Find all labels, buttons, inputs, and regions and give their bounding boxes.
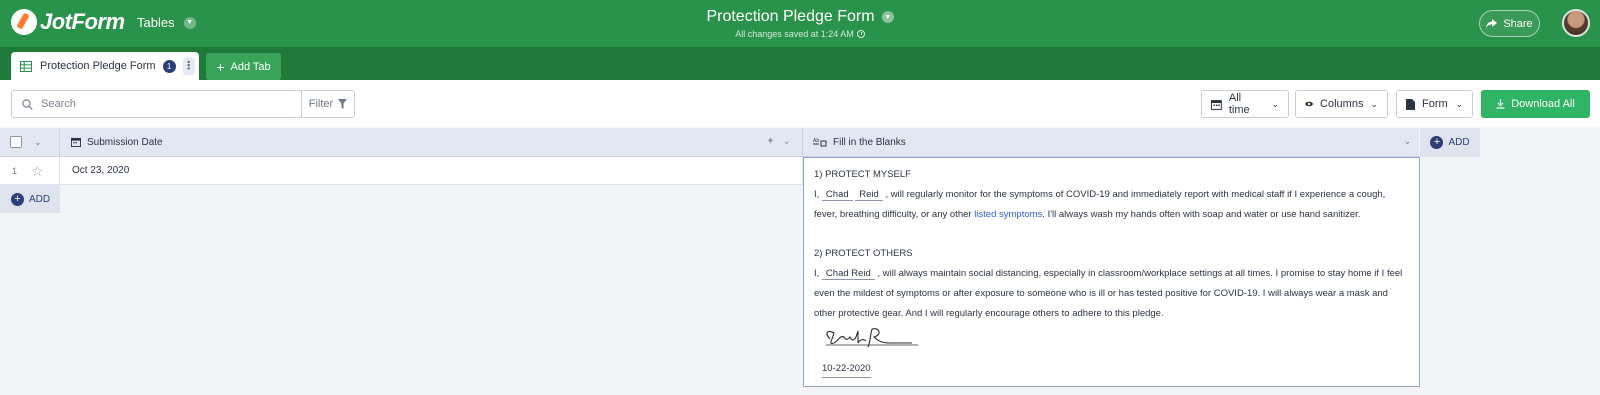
download-all-label: Download All [1511, 98, 1575, 110]
pin-icon[interactable]: ✦ [766, 136, 774, 147]
filter-label: Filter [308, 98, 334, 110]
download-all-button[interactable]: Download All [1481, 90, 1590, 118]
eye-icon [1305, 101, 1314, 107]
section-body: I, Chad Reid , will always maintain soci… [814, 264, 1409, 323]
pledge-text: . I'll always wash my hands often with s… [1042, 208, 1361, 220]
share-button[interactable]: Share [1479, 10, 1540, 37]
listed-symptoms-link[interactable]: listed symptoms [974, 209, 1042, 220]
tab-bar: Protection Pledge Form 1 ⋮ + Add Tab [0, 47, 1600, 80]
select-all-checkbox[interactable] [10, 136, 22, 148]
title-block: Protection Pledge Form ▼ All changes sav… [0, 8, 1600, 39]
chevron-down-icon[interactable]: ⌄ [783, 136, 791, 147]
pledge-text: I, [814, 267, 820, 279]
chevron-down-icon: ⌄ [1271, 98, 1279, 109]
column-header-submission-date[interactable]: Submission Date ✦ ⌄ [60, 128, 803, 157]
form-select[interactable]: Form ⌄ [1396, 90, 1473, 118]
add-row-button[interactable]: + ADD [0, 185, 60, 213]
calendar-icon [71, 137, 81, 147]
search-icon [22, 98, 33, 110]
column-label: Submission Date [87, 136, 163, 148]
user-avatar[interactable] [1562, 9, 1590, 37]
plus-icon: + [216, 58, 225, 75]
row-number: 1 [12, 165, 18, 176]
plus-circle-icon: + [1430, 136, 1444, 149]
top-bar: JotForm Tables ▼ Protection Pledge Form … [0, 0, 1600, 47]
clock-icon [856, 30, 865, 38]
document-icon [1406, 98, 1415, 110]
chevron-down-icon: ▼ [881, 11, 894, 23]
tab-label: Protection Pledge Form [40, 60, 156, 72]
add-column-label: ADD [1448, 137, 1470, 148]
first-name-blank: Chad [821, 188, 853, 201]
tab-protection-pledge-form[interactable]: Protection Pledge Form 1 ⋮ [11, 52, 199, 80]
submission-date-cell[interactable]: Oct 23, 2020 [60, 157, 803, 185]
row-number-cell: 1 ☆ [0, 157, 60, 185]
chevron-down-icon[interactable]: ⌄ [34, 137, 42, 148]
fill-in-blanks-cell[interactable]: 1) PROTECT MYSELF I, Chad Reid , will re… [803, 157, 1420, 387]
share-icon [1486, 19, 1498, 28]
submission-count-badge: 1 [162, 59, 176, 73]
section-body: I, Chad Reid , will regularly monitor fo… [814, 185, 1409, 225]
pledge-text: I, [814, 188, 820, 200]
filter-button[interactable]: Filter [301, 90, 355, 118]
form-title[interactable]: Protection Pledge Form ▼ [706, 8, 894, 26]
calendar-icon [1211, 99, 1222, 110]
fill-blanks-icon: Ab [813, 138, 827, 147]
last-name-blank: Reid [855, 188, 883, 201]
add-row-label: ADD [29, 193, 51, 205]
toolbar: Filter All time ⌄ Columns ⌄ Form ⌄ Downl… [0, 80, 1600, 127]
time-range-label: All time [1228, 92, 1250, 116]
add-column-button[interactable]: + ADD [1420, 128, 1480, 157]
share-button-label: Share [1503, 17, 1533, 30]
chevron-down-icon: ⌄ [1455, 98, 1463, 109]
header-select-cell: ⌄ [0, 128, 60, 157]
full-name-blank: Chad Reid [821, 267, 875, 280]
column-label: Fill in the Blanks [833, 136, 906, 148]
table-grid-icon [20, 60, 32, 72]
section-title: 2) PROTECT OTHERS [814, 248, 913, 260]
submission-date-value: Oct 23, 2020 [72, 165, 130, 176]
pledge-date: 10-22-2020 [822, 361, 871, 379]
download-icon [1496, 99, 1505, 109]
search-box [11, 90, 302, 118]
svg-text:Ab: Ab [813, 138, 819, 144]
add-tab-button[interactable]: + Add Tab [206, 53, 281, 80]
columns-label: Columns [1320, 98, 1364, 110]
column-header-fill-in-the-blanks[interactable]: Ab Fill in the Blanks ⌄ [803, 128, 1419, 157]
save-status: All changes saved at 1:24 AM [0, 29, 1600, 39]
pledge-text: , will always maintain social distancing… [814, 267, 1403, 319]
section-title: 1) PROTECT MYSELF [814, 169, 911, 180]
form-select-label: Form [1422, 98, 1448, 110]
star-icon[interactable]: ☆ [31, 164, 44, 178]
form-title-label: Protection Pledge Form [706, 8, 875, 25]
plus-circle-icon: + [11, 192, 24, 206]
time-range-select[interactable]: All time ⌄ [1201, 90, 1289, 118]
signature-image [826, 328, 918, 348]
save-status-text: All changes saved at 1:24 AM [735, 29, 854, 39]
columns-select[interactable]: Columns ⌄ [1295, 90, 1388, 118]
add-tab-label: Add Tab [230, 60, 271, 73]
chevron-down-icon[interactable]: ⌄ [1403, 136, 1411, 147]
search-input[interactable] [41, 98, 281, 110]
chevron-down-icon: ⌄ [1370, 98, 1378, 109]
filter-icon [338, 99, 348, 109]
tab-options-icon[interactable]: ⋮ [182, 57, 195, 75]
